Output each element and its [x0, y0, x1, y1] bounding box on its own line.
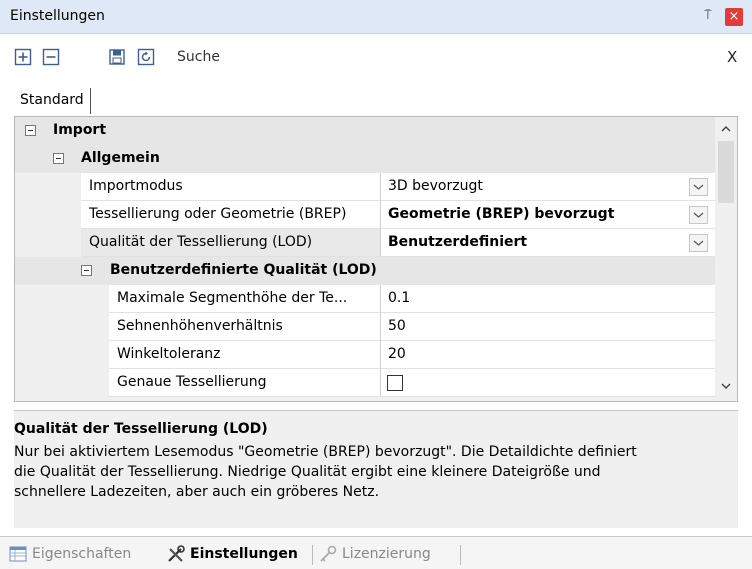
close-button[interactable]: ×: [725, 8, 743, 26]
property-value[interactable]: 50: [381, 313, 715, 341]
tab-separator: [460, 545, 461, 565]
tab-separator: [312, 545, 313, 565]
property-name: Qualität der Tessellierung (LOD): [81, 229, 381, 257]
collapse-toggle-icon[interactable]: [25, 125, 36, 136]
chevron-down-icon[interactable]: [689, 234, 708, 252]
settings-panel: Einstellungen ⍑ × Suche X Standard Impor…: [0, 0, 752, 569]
collapse-toggle-icon[interactable]: [81, 265, 92, 276]
genaue-tessellierung-checkbox[interactable]: [387, 375, 403, 391]
clear-search-button[interactable]: X: [727, 48, 737, 66]
category-label: Import: [53, 122, 107, 138]
property-value[interactable]: Geometrie (BREP) bevorzugt: [381, 201, 715, 229]
tab-label: Eigenschaften: [32, 546, 132, 562]
tab-strip: Standard: [0, 84, 752, 116]
description-line: schnellere Ladezeiten, aber auch ein grö…: [14, 484, 380, 500]
vertical-scrollbar[interactable]: [715, 117, 737, 401]
category-label: Allgemein: [81, 150, 160, 166]
collapse-toggle-icon[interactable]: [53, 153, 64, 164]
description-title: Qualität der Tessellierung (LOD): [14, 421, 268, 437]
description-text: Nur bei aktiviertem Lesemodus "Geometrie…: [14, 442, 738, 502]
reset-icon[interactable]: [137, 48, 155, 66]
category-custom-quality[interactable]: Benutzerdefinierte Qualität (LOD): [15, 257, 715, 285]
pin-icon[interactable]: ⍑: [704, 8, 712, 23]
category-allgemein[interactable]: Allgemein: [15, 145, 715, 173]
property-row-sehnenhoehe[interactable]: Sehnenhöhenverhältnis 50: [15, 313, 715, 341]
description-line: die Qualität der Tessellierung. Niedrige…: [14, 464, 601, 480]
property-value: [381, 369, 715, 397]
category-label: Benutzerdefinierte Qualität (LOD): [110, 262, 377, 278]
search-field[interactable]: Suche: [177, 49, 220, 65]
tab-label: Lizenzierung: [342, 546, 431, 562]
save-icon[interactable]: [108, 48, 126, 66]
scroll-up-icon[interactable]: [720, 124, 732, 134]
property-name: Tessellierung oder Geometrie (BREP): [81, 201, 381, 229]
tab-standard[interactable]: Standard: [14, 88, 91, 114]
property-name: Importmodus: [81, 173, 381, 201]
key-icon: [320, 545, 337, 562]
collapse-all-icon[interactable]: [42, 48, 60, 66]
property-row-segmenthoehe[interactable]: Maximale Segmenthöhe der Te... 0.1: [15, 285, 715, 313]
property-name: Winkeltoleranz: [109, 341, 381, 369]
property-name: Genaue Tessellierung: [109, 369, 381, 397]
property-row-winkeltoleranz[interactable]: Winkeltoleranz 20: [15, 341, 715, 369]
tab-lizenzierung[interactable]: Lizenzierung: [318, 544, 458, 566]
category-import[interactable]: Import: [15, 117, 715, 145]
description-line: Nur bei aktiviertem Lesemodus "Geometrie…: [14, 444, 637, 460]
property-row-genaue-tessellierung[interactable]: Genaue Tessellierung: [15, 369, 715, 397]
tab-label: Einstellungen: [190, 546, 298, 562]
property-value[interactable]: 3D bevorzugt: [381, 173, 715, 201]
property-grid: Import Allgemein Importmodus 3D bevorzug…: [14, 116, 738, 402]
chevron-down-icon[interactable]: [689, 206, 708, 224]
panel-title: Einstellungen: [10, 8, 105, 24]
title-bar: Einstellungen ⍑ ×: [0, 0, 752, 34]
property-value[interactable]: 0.1: [381, 285, 715, 313]
scroll-down-icon[interactable]: [720, 381, 732, 391]
properties-icon: [9, 546, 27, 562]
expand-all-icon[interactable]: [14, 48, 32, 66]
property-name: Maximale Segmenthöhe der Te...: [109, 285, 381, 313]
property-value[interactable]: 20: [381, 341, 715, 369]
property-row-importmodus[interactable]: Importmodus 3D bevorzugt: [15, 173, 715, 201]
property-row-qualitaet[interactable]: Qualität der Tessellierung (LOD) Benutze…: [15, 229, 715, 257]
property-name: Sehnenhöhenverhältnis: [109, 313, 381, 341]
toolbar: Suche X: [0, 34, 752, 84]
property-row-tessellierung[interactable]: Tessellierung oder Geometrie (BREP) Geom…: [15, 201, 715, 229]
tools-icon: [168, 545, 185, 562]
scrollbar-thumb[interactable]: [718, 141, 734, 203]
tab-einstellungen[interactable]: Einstellungen: [166, 544, 312, 566]
description-panel: Qualität der Tessellierung (LOD) Nur bei…: [14, 410, 738, 528]
chevron-down-icon[interactable]: [689, 178, 708, 196]
bottom-tab-bar: Eigenschaften Einstellungen Lizenzierung: [0, 536, 752, 569]
tab-eigenschaften[interactable]: Eigenschaften: [8, 544, 158, 566]
property-value[interactable]: Benutzerdefiniert: [381, 229, 715, 257]
